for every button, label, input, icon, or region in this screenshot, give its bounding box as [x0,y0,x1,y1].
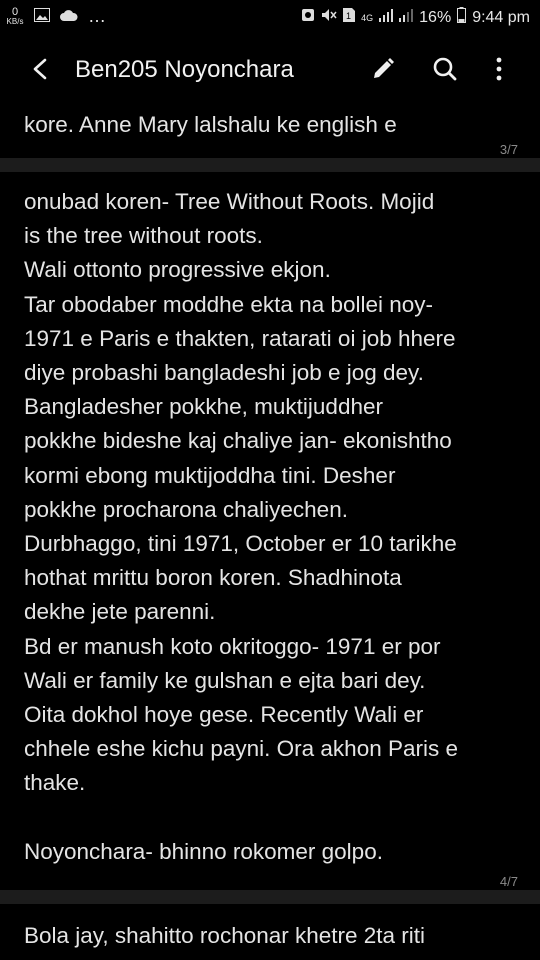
clock: 9:44 pm [472,8,530,26]
gallery-icon [34,7,50,26]
sim-icon: 1 [343,8,356,27]
network-type: 4G [361,12,374,23]
more-vertical-icon [496,57,502,81]
network-speed: 0 KB/s [6,5,24,26]
svg-text:1: 1 [346,11,351,21]
current-page-text: onubad koren- Tree Without Roots. Mojid … [24,189,459,864]
back-arrow-icon [33,58,47,80]
pencil-icon [374,58,394,78]
more-notifications-icon: … [88,6,106,26]
note-title: Ben205 Noyonchara [75,56,294,83]
previous-page: kore. Anne Mary lalshalu ke english e 3/… [0,104,540,158]
battery-icon [457,7,467,28]
next-page: Bola jay, shahitto rochonar khetre 2ta r… [0,904,540,960]
status-right: 1 4G 16% 9:44 pm [301,7,530,28]
page-divider [0,158,540,172]
more-options-button[interactable] [482,52,516,86]
network-speed-unit: KB/s [6,16,24,26]
network-speed-value: 0 [11,5,19,18]
current-page: onubad koren- Tree Without Roots. Mojid … [0,172,540,890]
cloud-icon [60,8,78,25]
status-left: 0 KB/s … [6,6,106,27]
signal-icon-1 [379,8,394,27]
previous-page-number: 3/7 [499,142,518,157]
app-toolbar: Ben205 Noyonchara [0,34,540,104]
current-page-number: 4/7 [499,874,518,889]
back-button[interactable] [24,52,58,86]
alarm-icon [301,8,315,27]
search-button[interactable] [428,52,462,86]
status-bar: 0 KB/s … 1 4G 16% 9:44 pm [0,0,540,34]
mute-icon [321,8,337,27]
page-divider [0,890,540,904]
previous-page-text: kore. Anne Mary lalshalu ke english e [24,112,397,137]
signal-icon-2 [399,8,414,27]
edit-button[interactable] [366,52,400,86]
next-page-text: Bola jay, shahitto rochonar khetre 2ta r… [24,923,426,948]
search-icon [433,57,457,81]
battery-percent: 16% [419,8,452,26]
